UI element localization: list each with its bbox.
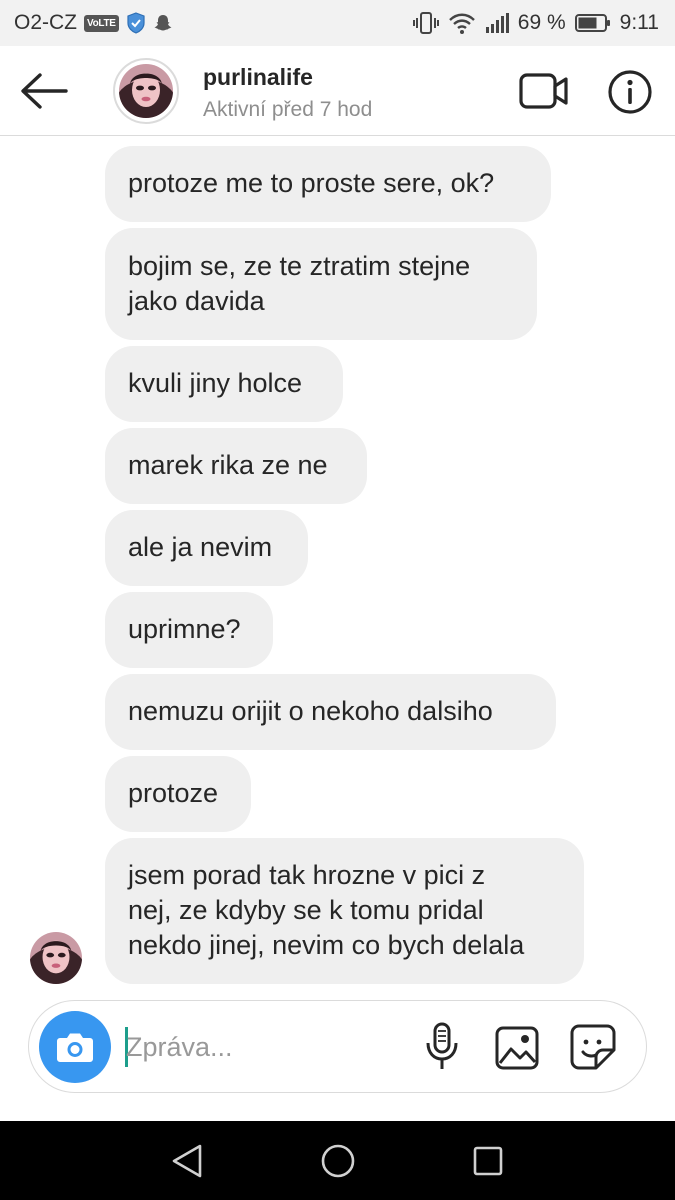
nav-back-icon[interactable] bbox=[170, 1143, 204, 1179]
profile-avatar[interactable] bbox=[113, 58, 179, 124]
message-text: kvuli jiny holce bbox=[128, 368, 303, 398]
vibrate-icon bbox=[412, 12, 439, 34]
activity-status: Aktivní před 7 hod bbox=[203, 98, 373, 121]
clock: 9:11 bbox=[619, 11, 659, 34]
message-bubble[interactable]: bojim se, ze te ztratim stejne jako davi… bbox=[105, 228, 537, 340]
message-text: nemuzu orijit o nekoho dalsiho bbox=[128, 696, 493, 726]
volte-badge: VoLTE bbox=[84, 14, 119, 32]
message-text: ale ja nevim bbox=[128, 532, 273, 562]
carrier-name: O2-CZ bbox=[14, 11, 77, 34]
battery-icon bbox=[574, 14, 610, 32]
message-text: uprimne? bbox=[128, 614, 241, 644]
sender-avatar[interactable] bbox=[30, 932, 82, 984]
battery-percent: 69 % bbox=[517, 11, 566, 34]
message-composer bbox=[28, 1000, 647, 1093]
wifi-icon bbox=[448, 13, 475, 34]
message-bubble[interactable]: uprimne? bbox=[105, 592, 273, 668]
message-bubble[interactable]: kvuli jiny holce bbox=[105, 346, 343, 422]
message-text: nekdo jinej, nevim co bych delala bbox=[128, 930, 525, 960]
message-text: protoze me to proste sere, ok? bbox=[128, 168, 495, 198]
shield-icon bbox=[127, 12, 145, 34]
chat-header: purlinalife Aktivní před 7 hod bbox=[0, 46, 675, 136]
message-bubble[interactable]: protoze me to proste sere, ok? bbox=[105, 146, 551, 222]
message-text: protoze bbox=[128, 778, 219, 808]
nav-recent-apps-icon[interactable] bbox=[472, 1145, 504, 1177]
message-bubble[interactable]: jsem porad tak hrozne v pici z nej, ze k… bbox=[105, 838, 584, 984]
system-nav-bar bbox=[0, 1121, 675, 1200]
image-icon[interactable] bbox=[494, 1025, 540, 1071]
message-text: jsem porad tak hrozne v pici z bbox=[128, 860, 486, 890]
avatar-image bbox=[119, 64, 173, 118]
status-bar: O2-CZ VoLTE 69 % 9:11 bbox=[0, 0, 675, 46]
message-text: jako davida bbox=[128, 286, 265, 316]
message-text: nej, ze kdyby se k tomu pridal bbox=[128, 895, 484, 925]
nav-home-icon[interactable] bbox=[320, 1143, 356, 1179]
snapchat-icon bbox=[154, 15, 172, 31]
message-bubble[interactable]: nemuzu orijit o nekoho dalsiho bbox=[105, 674, 556, 750]
message-bubble[interactable]: ale ja nevim bbox=[105, 510, 308, 586]
signal-icon bbox=[485, 13, 509, 33]
camera-icon bbox=[57, 1033, 93, 1062]
arrow-left-icon[interactable] bbox=[18, 68, 70, 114]
message-bubble[interactable]: protoze bbox=[105, 756, 251, 832]
message-text: marek rika ze ne bbox=[128, 450, 328, 480]
message-bubble[interactable]: marek rika ze ne bbox=[105, 428, 367, 504]
chat-username[interactable]: purlinalife bbox=[203, 64, 313, 91]
message-input[interactable] bbox=[126, 1025, 406, 1069]
video-camera-icon[interactable] bbox=[518, 70, 570, 112]
microphone-icon[interactable] bbox=[422, 1021, 462, 1073]
camera-button[interactable] bbox=[39, 1011, 111, 1083]
info-icon[interactable] bbox=[606, 68, 654, 116]
message-text: bojim se, ze te ztratim stejne bbox=[128, 251, 471, 281]
sticker-icon[interactable] bbox=[569, 1023, 617, 1071]
